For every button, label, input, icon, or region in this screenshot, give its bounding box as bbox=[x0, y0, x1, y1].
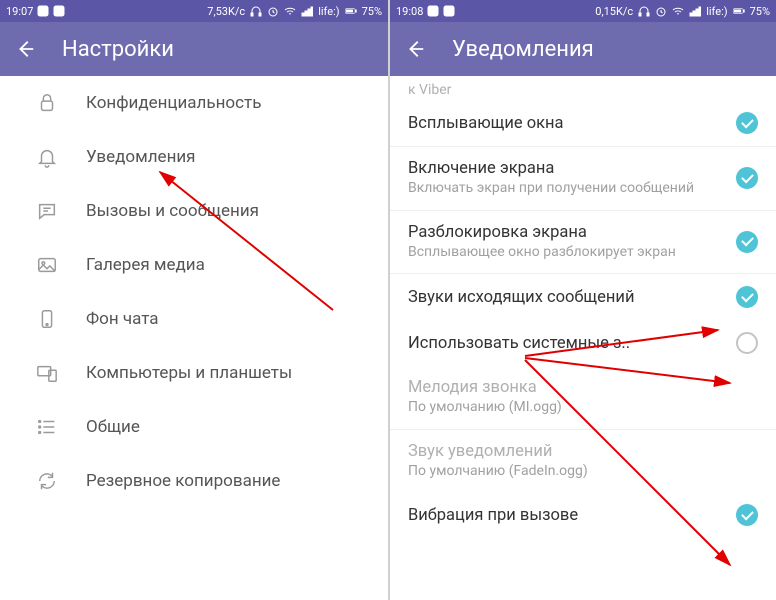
notif-item-title: Вибрация при вызове bbox=[408, 506, 724, 525]
battery-icon bbox=[733, 5, 745, 17]
status-app-icon bbox=[37, 5, 49, 17]
phone-icon bbox=[36, 308, 58, 330]
settings-item-label: Компьютеры и планшеты bbox=[86, 363, 292, 383]
notif-item[interactable]: Звуки исходящих сообщений bbox=[390, 273, 776, 320]
notif-item-title: Включение экрана bbox=[408, 159, 724, 178]
wifi-icon bbox=[284, 5, 296, 17]
settings-item-label: Вызовы и сообщения bbox=[86, 201, 259, 221]
status-carrier: life:) bbox=[318, 5, 339, 18]
settings-item-bell[interactable]: Уведомления bbox=[0, 130, 388, 184]
notif-item: Звук уведомлений По умолчанию (FadeIn.ogg… bbox=[390, 429, 776, 493]
notifications-list: Всплывающие окна Включение экрана Включать… bbox=[390, 100, 776, 538]
signal-icon bbox=[689, 5, 701, 17]
page-title: Настройки bbox=[62, 37, 174, 62]
toggle-on-icon[interactable] bbox=[736, 286, 758, 308]
toggle-off-icon[interactable] bbox=[736, 332, 758, 354]
phone-left-settings: 19:07 7,53K/c life:) 75% Настройки Конфи… bbox=[0, 0, 388, 600]
toggle-on-icon[interactable] bbox=[736, 504, 758, 526]
status-time: 19:08 bbox=[396, 5, 423, 18]
bell-icon bbox=[36, 146, 58, 168]
chat-icon bbox=[36, 200, 58, 222]
back-button[interactable] bbox=[404, 38, 426, 60]
wifi-icon bbox=[672, 5, 684, 17]
status-battery: 75% bbox=[362, 5, 382, 18]
refresh-icon bbox=[36, 470, 58, 492]
settings-item-lock[interactable]: Конфиденциальность bbox=[0, 76, 388, 130]
signal-icon bbox=[301, 5, 313, 17]
notif-item[interactable]: Всплывающие окна bbox=[390, 100, 776, 146]
settings-item-phone[interactable]: Фон чата bbox=[0, 292, 388, 346]
notif-item-title: Мелодия звонка bbox=[408, 378, 758, 397]
settings-item-label: Конфиденциальность bbox=[86, 93, 261, 113]
headphones-icon bbox=[250, 5, 262, 17]
header-left: Настройки bbox=[0, 22, 388, 76]
settings-item-devices[interactable]: Компьютеры и планшеты bbox=[0, 346, 388, 400]
toggle-on-icon[interactable] bbox=[736, 112, 758, 134]
statusbar-right: 19:08 0,15K/c life:) 75% bbox=[390, 0, 776, 22]
settings-item-label: Уведомления bbox=[86, 147, 196, 167]
notif-item-subtitle: По умолчанию (FadeIn.ogg) bbox=[408, 463, 758, 481]
headphones-icon bbox=[638, 5, 650, 17]
notif-item-title: Всплывающие окна bbox=[408, 114, 724, 133]
status-app-icon bbox=[443, 5, 455, 17]
notif-item: Мелодия звонка По умолчанию (MI.ogg) bbox=[390, 366, 776, 429]
back-button[interactable] bbox=[14, 38, 36, 60]
settings-item-refresh[interactable]: Резервное копирование bbox=[0, 454, 388, 508]
toggle-on-icon[interactable] bbox=[736, 167, 758, 189]
status-app-icon bbox=[427, 5, 439, 17]
notif-item-title: Звук уведомлений bbox=[408, 442, 758, 461]
status-app-icon bbox=[53, 5, 65, 17]
status-battery: 75% bbox=[750, 5, 770, 18]
notif-item-subtitle: Включать экран при получении сообщений bbox=[408, 180, 724, 198]
status-carrier: life:) bbox=[706, 5, 727, 18]
image-icon bbox=[36, 254, 58, 276]
settings-item-chat[interactable]: Вызовы и сообщения bbox=[0, 184, 388, 238]
status-speed: 0,15K/c bbox=[595, 5, 633, 18]
list-icon bbox=[36, 416, 58, 438]
statusbar-left: 19:07 7,53K/c life:) 75% bbox=[0, 0, 388, 22]
toggle-on-icon[interactable] bbox=[736, 231, 758, 253]
notif-item[interactable]: Использовать системные з.. bbox=[390, 320, 776, 366]
lock-icon bbox=[36, 92, 58, 114]
status-speed: 7,53K/c bbox=[207, 5, 245, 18]
status-time: 19:07 bbox=[6, 5, 33, 18]
notif-item-title: Звуки исходящих сообщений bbox=[408, 288, 724, 307]
header-right: Уведомления bbox=[390, 22, 776, 76]
notif-item-subtitle: Всплывающее окно разблокирует экран bbox=[408, 244, 724, 262]
settings-item-list[interactable]: Общие bbox=[0, 400, 388, 454]
devices-icon bbox=[36, 362, 58, 384]
battery-icon bbox=[345, 5, 357, 17]
page-title: Уведомления bbox=[452, 37, 594, 62]
notif-item[interactable]: Разблокировка экрана Всплывающее окно раз… bbox=[390, 210, 776, 274]
settings-item-label: Резервное копирование bbox=[86, 471, 280, 491]
alarm-icon bbox=[267, 5, 279, 17]
notif-item[interactable]: Включение экрана Включать экран при получ… bbox=[390, 146, 776, 210]
notif-item[interactable]: Вибрация при вызове bbox=[390, 492, 776, 538]
settings-item-label: Общие bbox=[86, 417, 140, 437]
notif-item-title: Разблокировка экрана bbox=[408, 223, 724, 242]
scroll-remnant: к Viber bbox=[390, 76, 776, 100]
notif-item-title: Использовать системные з.. bbox=[408, 334, 724, 353]
notif-item-subtitle: По умолчанию (MI.ogg) bbox=[408, 399, 758, 417]
settings-list: Конфиденциальность Уведомления Вызовы и со… bbox=[0, 76, 388, 508]
settings-item-image[interactable]: Галерея медиа bbox=[0, 238, 388, 292]
settings-item-label: Фон чата bbox=[86, 309, 159, 329]
phone-right-notifications: 19:08 0,15K/c life:) 75% Уведомления к V… bbox=[388, 0, 776, 600]
alarm-icon bbox=[655, 5, 667, 17]
settings-item-label: Галерея медиа bbox=[86, 255, 205, 275]
